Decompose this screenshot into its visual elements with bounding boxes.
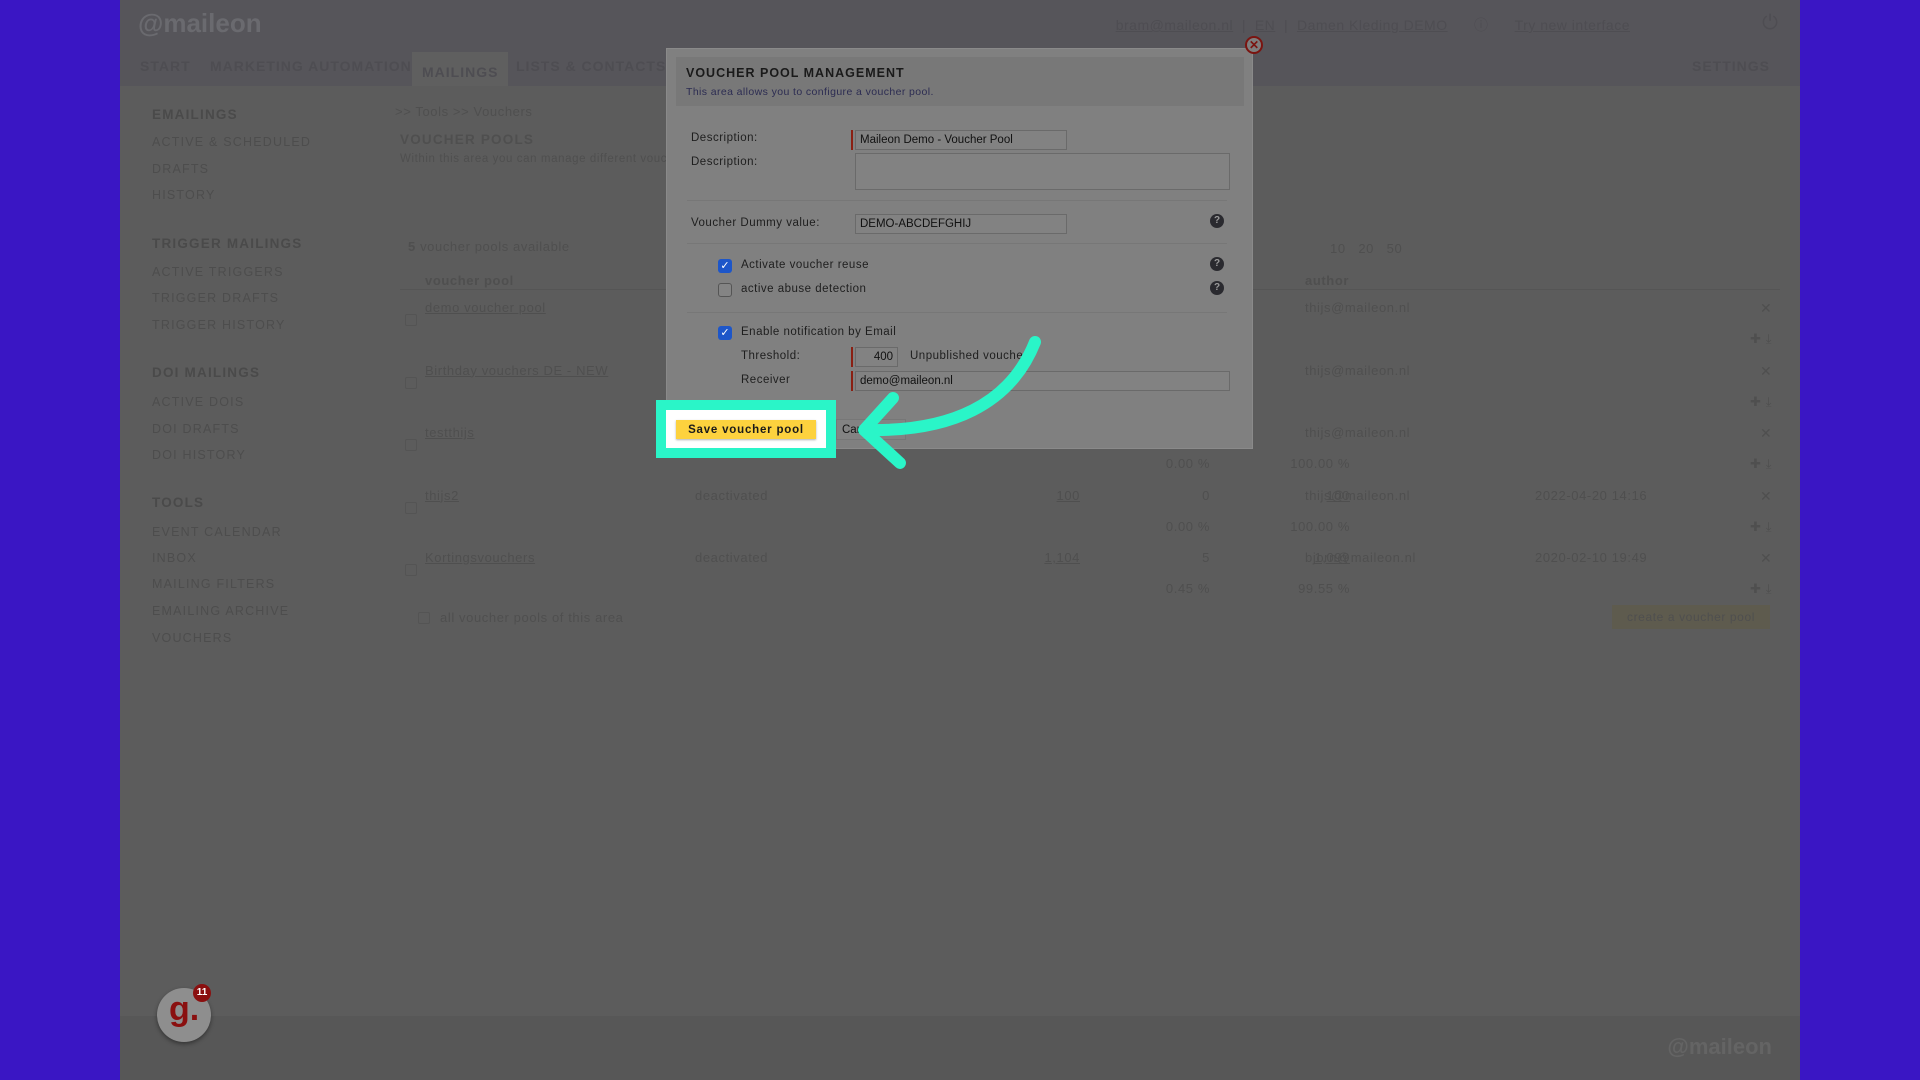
guide-badge[interactable]: g. 11: [157, 984, 211, 1042]
pointer-arrow-icon: [858, 336, 1041, 469]
notification-count: 11: [193, 984, 211, 1002]
